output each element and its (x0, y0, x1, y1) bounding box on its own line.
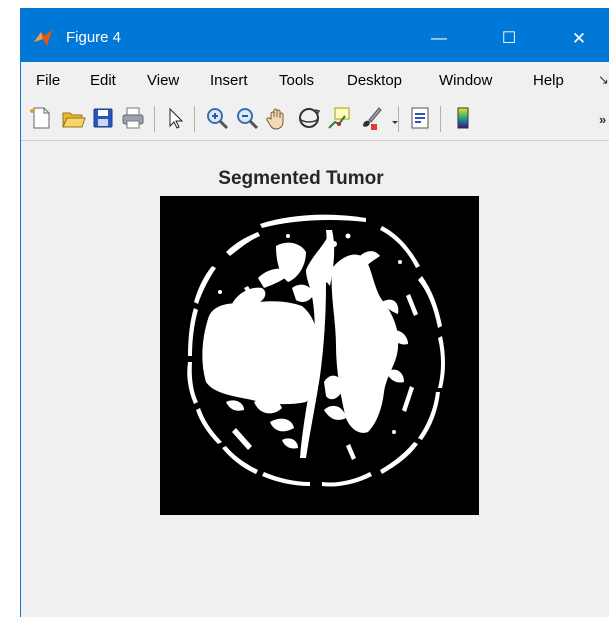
menu-tools[interactable]: Tools (279, 71, 314, 91)
pointer-icon[interactable] (161, 104, 189, 132)
window-title: Figure 4 (66, 29, 122, 46)
new-figure-icon[interactable] (27, 104, 55, 132)
segmented-image[interactable] (160, 196, 479, 515)
open-file-icon[interactable] (59, 104, 87, 132)
data-cursor-icon[interactable] (325, 104, 353, 132)
link-plot-icon[interactable] (407, 104, 435, 132)
save-icon[interactable] (89, 104, 117, 132)
toolbar-separator (398, 106, 399, 132)
menu-edit[interactable]: Edit (90, 71, 116, 91)
menu-help[interactable]: Help (533, 71, 564, 91)
title-bar[interactable]: Figure 4 — ☐ ✕ (21, 8, 609, 62)
pan-hand-icon[interactable] (263, 104, 291, 132)
toolbar-separator (154, 106, 155, 132)
brush-dropdown-icon[interactable] (381, 104, 398, 132)
zoom-out-icon[interactable] (233, 104, 261, 132)
colorbar-icon[interactable] (449, 104, 477, 132)
maximize-button[interactable]: ☐ (489, 22, 529, 56)
toolbar-overflow-icon[interactable]: » (599, 112, 606, 127)
menu-window[interactable]: Window (439, 71, 492, 91)
menu-insert[interactable]: Insert (210, 71, 248, 91)
matlab-logo-icon (34, 30, 52, 46)
menu-file[interactable]: File (36, 71, 60, 91)
zoom-in-icon[interactable] (203, 104, 231, 132)
segmentation-mask-image (160, 196, 479, 515)
rotate-3d-icon[interactable] (295, 104, 323, 132)
menu-desktop[interactable]: Desktop (347, 71, 402, 91)
menu-view[interactable]: View (147, 71, 179, 91)
print-icon[interactable] (119, 104, 147, 132)
figure-window: Figure 4 — ☐ ✕ File Edit View Insert Too… (20, 8, 609, 617)
toolbar-separator (440, 106, 441, 132)
figure-toolbar: » (21, 98, 609, 141)
minimize-button[interactable]: — (419, 22, 459, 56)
toolbar-separator (194, 106, 195, 132)
menu-overflow-icon[interactable]: ↘ (598, 72, 609, 88)
menu-bar: File Edit View Insert Tools Desktop Wind… (21, 62, 609, 98)
plot-title: Segmented Tumor (218, 168, 384, 189)
close-button[interactable]: ✕ (559, 22, 599, 56)
